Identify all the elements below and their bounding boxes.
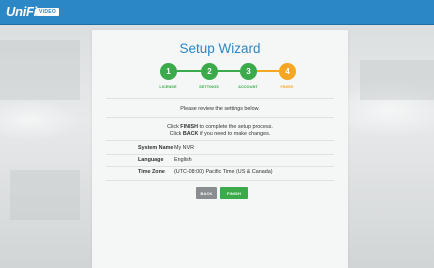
step-4-label: FINISH <box>280 85 294 89</box>
product-badge: VIDEO <box>36 8 60 16</box>
step-connector <box>257 70 279 72</box>
setting-label: Language <box>138 157 164 163</box>
divider <box>106 180 334 181</box>
review-text: Please review the settings below. <box>180 106 260 112</box>
instruction-text: Click FINISH to complete the setup proce… <box>92 124 348 137</box>
instruction-line-2: Click BACK if you need to make changes. <box>92 131 348 138</box>
back-button[interactable]: BACK <box>196 187 217 199</box>
divider <box>106 166 334 167</box>
step-3-account: 3 <box>240 63 257 80</box>
instruction-line-1: Click FINISH to complete the setup proce… <box>92 124 348 131</box>
step-connector <box>218 70 240 72</box>
wizard-title: Setup Wizard <box>179 41 261 56</box>
instruction-text-part: to complete the setup process. <box>197 124 273 130</box>
step-2-settings: 2 <box>201 63 218 80</box>
divider <box>106 154 334 155</box>
divider <box>106 98 334 99</box>
instruction-text-part: if you need to make changes. <box>198 130 271 137</box>
step-4-finish: 4 <box>279 63 296 80</box>
instruction-text-part: Click <box>169 130 183 137</box>
top-bar: UniFi VIDEO <box>0 0 434 25</box>
setting-value: English <box>174 157 192 163</box>
setting-label: System Name <box>138 145 174 151</box>
setup-wizard-panel: Setup Wizard 1 2 3 4 LICENSE SETTINGS AC… <box>92 30 348 268</box>
instruction-text-part: Click <box>167 124 181 130</box>
unifi-logo[interactable]: UniFi <box>6 4 37 19</box>
background-shape <box>360 60 434 100</box>
finish-keyword: FINISH <box>180 124 198 130</box>
step-1-license: 1 <box>160 63 177 80</box>
step-connector <box>177 70 201 72</box>
finish-button[interactable]: FINISH <box>220 187 248 199</box>
step-3-label: ACCOUNT <box>238 85 258 89</box>
setting-value: My NVR <box>174 145 195 151</box>
background-shape <box>10 170 80 220</box>
step-2-label: SETTINGS <box>199 85 219 89</box>
divider <box>106 117 334 118</box>
setting-value: (UTC-08:00) Pacific Time (US & Canada) <box>174 169 273 175</box>
step-1-label: LICENSE <box>159 85 177 89</box>
setting-label: Time Zone <box>138 169 165 175</box>
divider <box>106 140 334 141</box>
background-shape <box>0 40 80 100</box>
back-keyword: BACK <box>182 130 199 137</box>
